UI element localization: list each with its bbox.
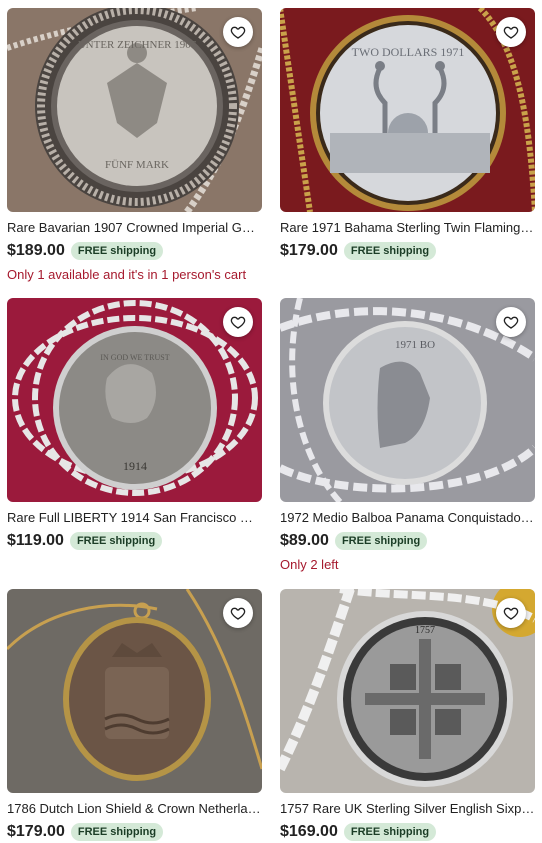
- favorite-button[interactable]: [223, 17, 253, 47]
- free-shipping-badge: FREE shipping: [70, 823, 164, 841]
- heart-outline-icon: [503, 607, 519, 620]
- listing-title[interactable]: 1972 Medio Balboa Panama Conquistador Co…: [280, 510, 535, 526]
- free-shipping-badge: FREE shipping: [69, 532, 163, 550]
- price-row: $189.00 FREE shipping: [7, 240, 262, 262]
- coin-inscription-bottom: 1914: [123, 459, 147, 473]
- listing-price: $179.00: [7, 823, 65, 840]
- listing-price: $179.00: [280, 242, 338, 259]
- price-row: $119.00 FREE shipping: [7, 530, 262, 552]
- heart-outline-icon: [503, 316, 519, 329]
- favorite-button[interactable]: [223, 307, 253, 337]
- coin-inscription-top: IN GOD WE TRUST: [100, 353, 169, 362]
- listing-card[interactable]: IN GOD WE TRUST 1914 Rare Full LIBERTY 1…: [7, 298, 262, 552]
- free-shipping-badge: FREE shipping: [70, 242, 164, 260]
- heart-outline-icon: [230, 316, 246, 329]
- listing-image[interactable]: 1971 BO: [280, 298, 535, 502]
- price-row: $89.00 FREE shipping: [280, 530, 535, 552]
- stock-urgency-text: Only 1 available and it's in 1 person's …: [7, 267, 247, 282]
- coin-inscription-bottom: FÜNF MARK: [105, 159, 169, 171]
- free-shipping-badge: FREE shipping: [343, 823, 437, 841]
- listing-image[interactable]: 1757: [280, 589, 535, 793]
- listing-card[interactable]: TWO DOLLARS 1971 Rare 1971 Bahama Sterli…: [280, 8, 535, 262]
- coin-inscription-top: UNTER ZEICHNER 1907: [78, 39, 197, 51]
- favorite-button[interactable]: [223, 598, 253, 628]
- listing-card[interactable]: 1971 BO 1972 Medio Balboa Panama Conquis…: [280, 298, 535, 572]
- stock-urgency-text: Only 2 left: [280, 557, 339, 572]
- listing-card[interactable]: 1757 1757 Rare UK Sterling Silver Englis…: [280, 589, 535, 843]
- listing-card[interactable]: 1786 Dutch Lion Shield & Crown Netherlan…: [7, 589, 262, 843]
- listing-image[interactable]: TWO DOLLARS 1971: [280, 8, 535, 212]
- listing-image[interactable]: [7, 589, 262, 793]
- free-shipping-badge: FREE shipping: [334, 532, 428, 550]
- listing-card[interactable]: UNTER ZEICHNER 1907 FÜNF MARK Rare Bavar…: [7, 8, 262, 282]
- coin-inscription-top: 1757: [415, 625, 435, 636]
- listing-price: $89.00: [280, 532, 329, 549]
- listing-title[interactable]: Rare Bavarian 1907 Crowned Imperial Germ…: [7, 220, 262, 236]
- price-row: $179.00 FREE shipping: [280, 240, 535, 262]
- heart-outline-icon: [230, 607, 246, 620]
- free-shipping-badge: FREE shipping: [343, 242, 437, 260]
- coin-inscription-top: TWO DOLLARS 1971: [352, 45, 465, 59]
- listing-price: $189.00: [7, 242, 65, 259]
- listing-title[interactable]: Rare 1971 Bahama Sterling Twin Flamingo …: [280, 220, 535, 236]
- listing-price: $119.00: [7, 532, 64, 549]
- listing-title[interactable]: 1786 Dutch Lion Shield & Crown Netherlan…: [7, 801, 262, 817]
- coin-inscription-top: 1971 BO: [395, 339, 435, 351]
- heart-outline-icon: [503, 26, 519, 39]
- listing-image[interactable]: UNTER ZEICHNER 1907 FÜNF MARK: [7, 8, 262, 212]
- favorite-button[interactable]: [496, 598, 526, 628]
- heart-outline-icon: [230, 26, 246, 39]
- favorite-button[interactable]: [496, 17, 526, 47]
- favorite-button[interactable]: [496, 307, 526, 337]
- listing-image[interactable]: IN GOD WE TRUST 1914: [7, 298, 262, 502]
- listing-grid: UNTER ZEICHNER 1907 FÜNF MARK Rare Bavar…: [0, 0, 542, 843]
- listing-price: $169.00: [280, 823, 338, 840]
- listing-title[interactable]: 1757 Rare UK Sterling Silver English Six…: [280, 801, 535, 817]
- listing-title[interactable]: Rare Full LIBERTY 1914 San Francisco Min…: [7, 510, 262, 526]
